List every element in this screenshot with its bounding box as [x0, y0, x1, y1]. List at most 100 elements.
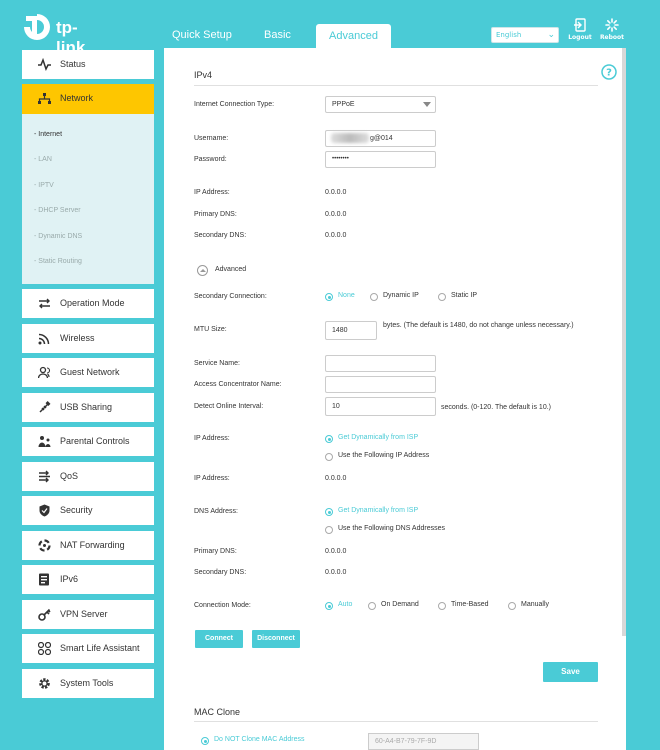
sidebar-item-label: Wireless — [60, 333, 95, 343]
redacted-username-blur — [331, 133, 369, 143]
radio-dot-icon — [368, 602, 376, 610]
sidebar-item-label: System Tools — [60, 678, 114, 688]
secondary-dns-2-value: 0.0.0.0 — [325, 569, 347, 576]
connection-type-value: PPPoE — [332, 101, 355, 108]
username-label: Username: — [194, 135, 229, 142]
tab-advanced[interactable]: Advanced — [316, 24, 391, 48]
sidebar-item-guest-network[interactable]: Guest Network — [22, 358, 154, 387]
password-input[interactable]: •••••••• — [325, 151, 436, 168]
detect-interval-input[interactable]: 10 — [325, 397, 436, 416]
radio-label: On Demand — [381, 601, 419, 608]
save-button[interactable]: Save — [543, 662, 598, 682]
ipv4-section-title: IPv4 — [194, 70, 213, 80]
sidebar-item-label: Network — [60, 93, 94, 103]
mac-address-field: 60-A4-B7-79-7F-9D — [368, 733, 479, 750]
connection-mode-label: Connection Mode: — [194, 602, 251, 609]
detect-interval-value: 10 — [332, 403, 340, 410]
sidebar-item-label: Status — [60, 59, 86, 69]
scrollbar[interactable] — [622, 48, 626, 636]
radio-label: Auto — [338, 601, 353, 608]
sidebar-item-nat-forwarding[interactable]: NAT Forwarding — [22, 531, 154, 560]
primary-dns-value: 0.0.0.0 — [325, 211, 347, 218]
usb-icon — [39, 401, 51, 413]
wireless-icon — [38, 333, 50, 345]
sidebar-item-security[interactable]: Security — [22, 496, 154, 525]
connect-button[interactable]: Connect — [195, 630, 243, 648]
advanced-toggle-label[interactable]: Advanced — [215, 266, 246, 273]
sidebar-item-label: Parental Controls — [60, 436, 130, 446]
radio-dot-icon — [508, 602, 516, 610]
sidebar-item-label: USB Sharing — [60, 402, 113, 412]
radio-label: Use the Following IP Address — [338, 452, 430, 459]
sidebar-item-operation-mode[interactable]: Operation Mode — [22, 289, 154, 318]
mac-clone-section-title: MAC Clone — [194, 707, 241, 717]
radio-label: Static IP — [451, 292, 478, 299]
detect-interval-hint: seconds. (0-120. The default is 10.) — [441, 404, 551, 411]
disconnect-button[interactable]: Disconnect — [252, 630, 300, 648]
divider — [194, 85, 598, 86]
secondary-dns-2-label: Secondary DNS: — [194, 569, 247, 576]
sidebar-item-label: NAT Forwarding — [60, 540, 125, 550]
tab-basic[interactable]: Basic — [264, 22, 294, 48]
radio-dot-icon — [201, 737, 209, 745]
sidebar-item-label: Operation Mode — [60, 298, 125, 308]
guest-users-icon — [38, 366, 51, 379]
connection-type-select[interactable]: PPPoE — [325, 96, 436, 113]
radio-label: Do NOT Clone MAC Address — [214, 736, 305, 743]
nat-forwarding-icon — [38, 539, 51, 552]
sidebar-item-wireless[interactable]: Wireless — [22, 324, 154, 353]
tab-quick-setup[interactable]: Quick Setup — [172, 22, 234, 48]
primary-dns-2-label: Primary DNS: — [194, 548, 237, 555]
submenu-item-lan[interactable]: - LAN — [34, 156, 52, 163]
detect-interval-label: Detect Online Interval: — [194, 403, 264, 410]
language-select[interactable]: English ⌄ — [491, 27, 559, 43]
mtu-size-input[interactable]: 1480 — [325, 321, 377, 340]
sidebar-item-label: IPv6 — [60, 574, 79, 584]
sidebar-item-usb-sharing[interactable]: USB Sharing — [22, 393, 154, 422]
secondary-dns-value: 0.0.0.0 — [325, 232, 347, 239]
help-icon[interactable]: ? — [601, 64, 617, 80]
radio-label: Get Dynamically from ISP — [338, 507, 419, 514]
chevron-down-icon: ⌄ — [547, 30, 555, 40]
sidebar-item-network[interactable]: Network — [22, 84, 154, 114]
sidebar-item-status[interactable]: Status — [22, 50, 154, 79]
sidebar-item-smart-life-assistant[interactable]: Smart Life Assistant — [22, 634, 154, 663]
sidebar-item-system-tools[interactable]: System Tools — [22, 669, 154, 698]
sidebar-item-label: Security — [60, 505, 93, 515]
swap-arrows-icon — [39, 298, 50, 309]
vpn-key-icon — [38, 608, 51, 621]
submenu-item-dynamic-dns[interactable]: - Dynamic DNS — [34, 233, 82, 240]
radio-dot-icon — [325, 508, 333, 516]
advanced-toggle-icon[interactable] — [197, 265, 208, 276]
primary-dns-label: Primary DNS: — [194, 211, 237, 218]
sidebar-item-vpn-server[interactable]: VPN Server — [22, 600, 154, 629]
primary-dns-2-value: 0.0.0.0 — [325, 548, 347, 555]
ip-address-2-label: IP Address: — [194, 475, 230, 482]
radio-dot-icon — [325, 602, 333, 610]
submenu-item-iptv[interactable]: - IPTV — [34, 182, 54, 189]
caret-down-icon — [423, 102, 431, 107]
password-value: •••••••• — [332, 156, 349, 162]
mac-address-value: 60-A4-B7-79-7F-9D — [375, 738, 437, 745]
submenu-item-static-routing[interactable]: - Static Routing — [34, 258, 82, 265]
reboot-icon — [605, 18, 619, 32]
shield-icon — [39, 504, 50, 517]
radio-dot-icon — [438, 293, 446, 301]
sidebar-item-label: Guest Network — [60, 367, 120, 377]
sidebar-item-qos[interactable]: QoS — [22, 462, 154, 491]
logout-button[interactable]: Logout — [563, 18, 597, 41]
sidebar-item-ipv6[interactable]: IPv6 — [22, 565, 154, 594]
reboot-button[interactable]: Reboot — [595, 18, 629, 41]
sidebar-item-parental-controls[interactable]: Parental Controls — [22, 427, 154, 456]
radio-label: None — [338, 292, 355, 299]
service-name-input[interactable] — [325, 355, 436, 372]
tp-link-logo-mark-icon — [24, 14, 50, 40]
submenu-item-dhcp-server[interactable]: - DHCP Server — [34, 207, 81, 214]
submenu-item-internet[interactable]: - Internet — [34, 131, 62, 138]
username-value: g@014 — [370, 135, 393, 142]
ip-address-value: 0.0.0.0 — [325, 189, 347, 196]
access-concentrator-input[interactable] — [325, 376, 436, 393]
ipv6-icon — [39, 573, 49, 586]
qos-icon — [39, 470, 50, 483]
radio-label: Use the Following DNS Addresses — [338, 525, 445, 532]
